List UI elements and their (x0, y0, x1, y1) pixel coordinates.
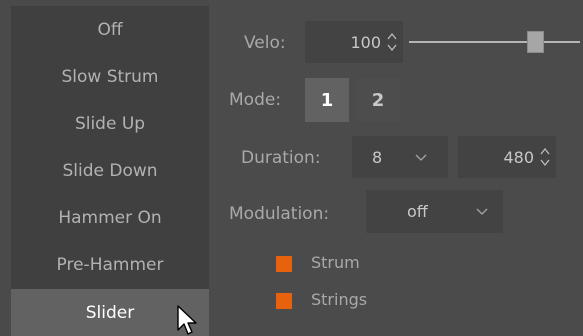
duration-dropdown-value: 8 (372, 147, 383, 167)
duration-ticks-spinbox[interactable]: 480 (458, 136, 556, 178)
strings-checkbox[interactable] (276, 293, 292, 309)
mode-2-button[interactable]: 2 (356, 78, 400, 122)
list-item-pre-hammer[interactable]: Pre-Hammer (11, 241, 209, 288)
duration-label: Duration: (241, 148, 321, 168)
velo-slider-track[interactable] (409, 41, 580, 43)
mouse-cursor-icon (177, 305, 197, 335)
duration-dropdown[interactable]: 8 (352, 136, 448, 178)
articulation-list: Off Slow Strum Slide Up Slide Down Hamme… (11, 6, 209, 336)
chevron-down-icon (476, 208, 488, 215)
chevron-down-icon (415, 154, 427, 161)
list-item-slow-strum[interactable]: Slow Strum (11, 53, 209, 100)
spinner-arrows-icon[interactable] (539, 144, 551, 170)
articulation-editor: Off Slow Strum Slide Up Slide Down Hamme… (0, 0, 583, 336)
velo-value: 100 (350, 32, 381, 52)
velo-label: Velo: (244, 33, 286, 53)
duration-ticks-value: 480 (503, 147, 534, 167)
velo-slider-thumb[interactable] (527, 31, 544, 53)
modulation-dropdown[interactable]: off (366, 190, 503, 233)
strings-label: Strings (311, 290, 368, 309)
strum-checkbox[interactable] (276, 256, 292, 272)
mode-label: Mode: (229, 90, 282, 110)
strum-label: Strum (311, 253, 360, 272)
spinner-arrows-icon[interactable] (386, 29, 398, 55)
modulation-label: Modulation: (229, 204, 330, 224)
list-item-off[interactable]: Off (11, 6, 209, 53)
mode-1-button[interactable]: 1 (305, 78, 349, 122)
list-item-hammer-on[interactable]: Hammer On (11, 194, 209, 241)
list-item-slide-down[interactable]: Slide Down (11, 147, 209, 194)
list-item-slide-up[interactable]: Slide Up (11, 100, 209, 147)
modulation-dropdown-value: off (407, 202, 428, 221)
velo-spinbox[interactable]: 100 (305, 21, 403, 63)
